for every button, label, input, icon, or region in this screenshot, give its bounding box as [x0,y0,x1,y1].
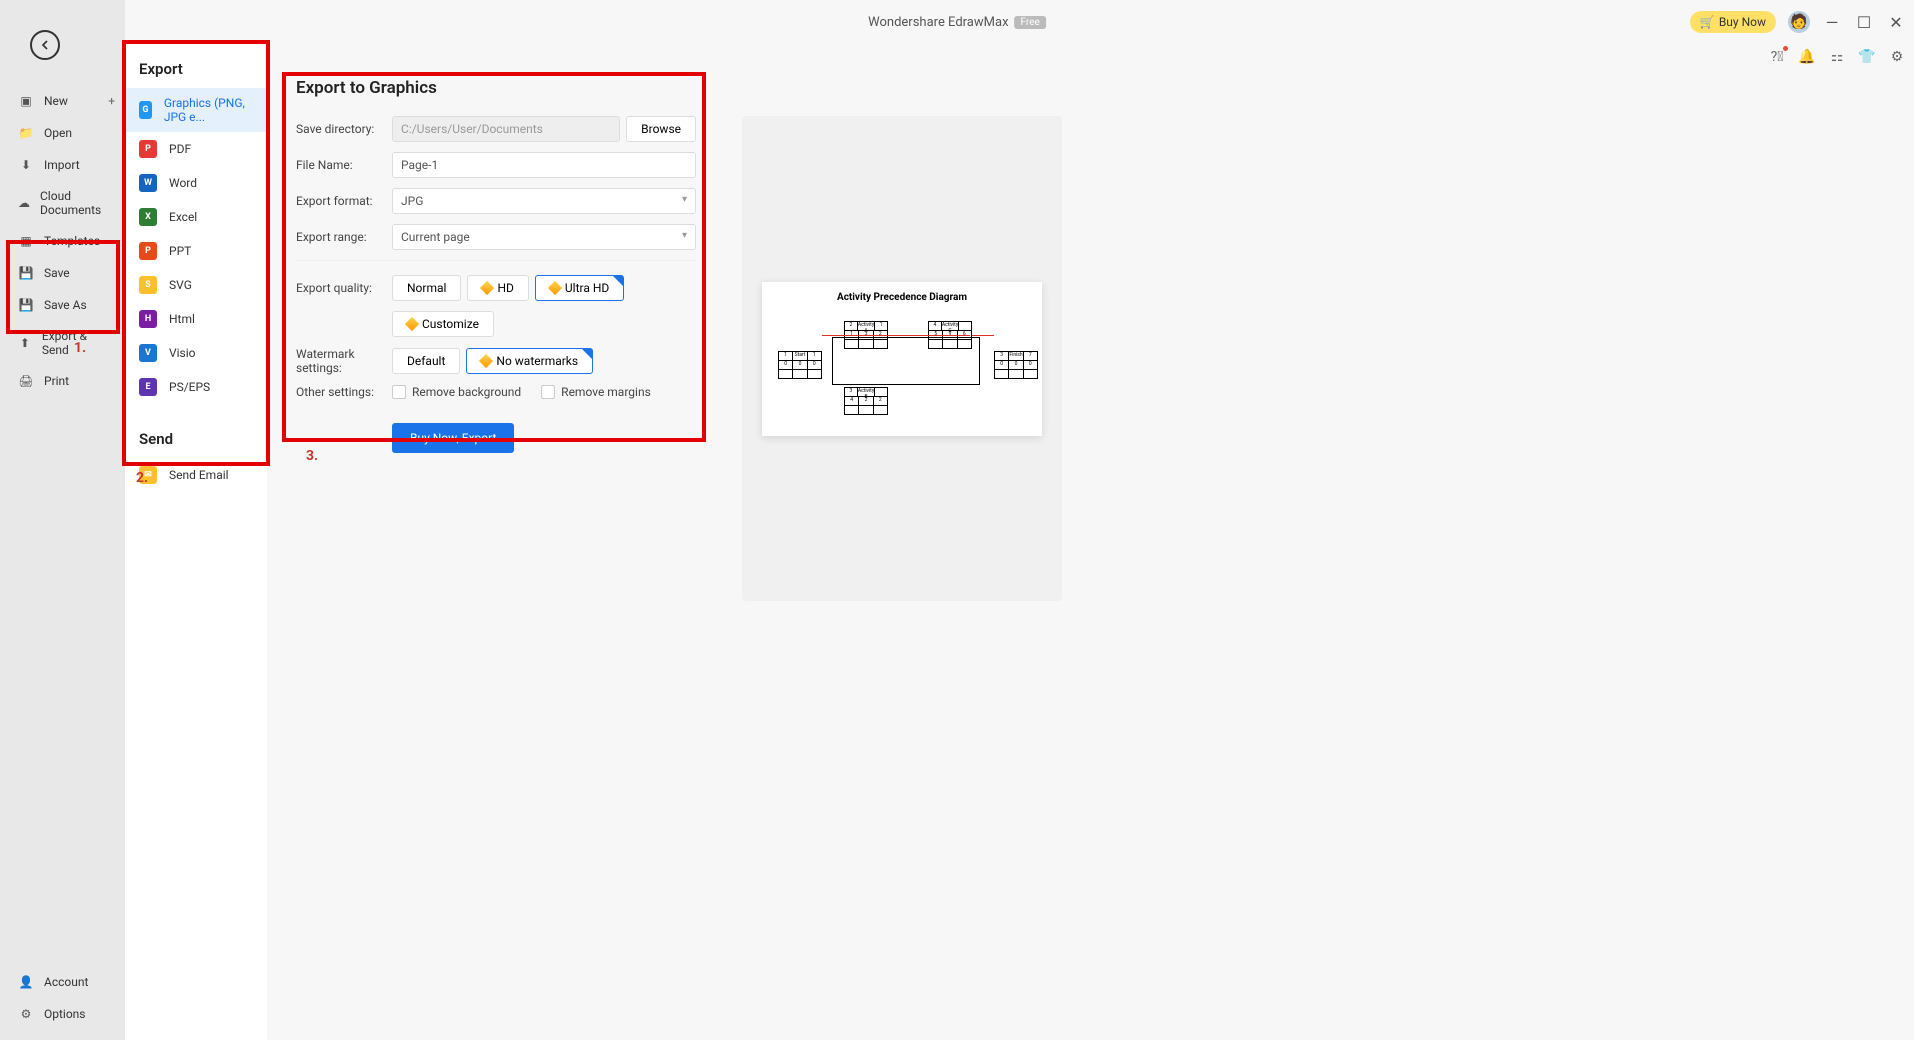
word-icon: W [139,174,157,192]
free-badge: Free [1015,16,1046,29]
secondary-toolbar: ?⃝ 🔔 ⚏ 👕 ⚙ [1768,48,1906,66]
ps-icon: E [139,378,157,396]
export-item-html[interactable]: H Html [125,302,267,336]
pdf-icon: P [139,140,157,158]
diamond-icon [479,354,493,368]
template-icon: ▦ [18,233,34,249]
quality-custom[interactable]: Customize [392,311,494,337]
sidebar-item-open[interactable]: 📁 Open [0,117,125,149]
titlebar: Wondershare EdrawMax Free 🛒 Buy Now 🧑 — … [0,0,1914,44]
shirt-icon[interactable]: 👕 [1858,48,1876,66]
divider [296,260,696,261]
format-select[interactable]: JPG [392,188,696,214]
sidebar-item-new[interactable]: ▣ New + [0,85,125,117]
diamond-icon [405,317,419,331]
excel-icon: X [139,208,157,226]
help-icon[interactable]: ?⃝ [1768,48,1786,66]
export-item-word[interactable]: W Word [125,166,267,200]
plus-box-icon: ▣ [18,93,34,109]
label-other: Other settings: [296,385,392,399]
export-item-ps[interactable]: E PS/EPS [125,370,267,404]
watermark-default[interactable]: Default [392,348,460,374]
file-name-input[interactable]: Page-1 [392,152,696,178]
close-button[interactable]: ✕ [1886,12,1906,32]
cb-remove-margins[interactable]: Remove margins [541,385,651,399]
export-title: Export [125,52,267,88]
cloud-icon: ☁ [18,195,30,211]
svg-icon: S [139,276,157,294]
annotation-1: 1. [74,340,86,356]
preview-pane: Activity Precedence Diagram 1Start1000 2… [742,116,1062,601]
bell-icon[interactable]: 🔔 [1798,48,1816,66]
export-item-svg[interactable]: S SVG [125,268,267,302]
export-item-visio[interactable]: V Visio [125,336,267,370]
gear-icon: ⚙ [18,1006,34,1022]
export-item-graphics[interactable]: G Graphics (PNG, JPG e... [125,88,267,132]
settings-title: Export to Graphics [296,78,696,98]
sidebar-item-export-send[interactable]: ⬆ Export & Send [0,321,125,365]
back-button[interactable] [30,30,60,60]
cart-icon: 🛒 [1700,15,1715,29]
export-item-excel[interactable]: X Excel [125,200,267,234]
annotation-3: 3. [306,448,318,464]
left-sidebar: ▣ New + 📁 Open ⬇ Import ☁ Cloud Document… [0,0,125,1040]
ppt-icon: P [139,242,157,260]
sidebar-item-account[interactable]: 👤 Account [0,966,125,998]
save-dir-input: C:/Users/User/Documents [392,116,620,142]
quality-ultra[interactable]: Ultra HD [535,275,624,301]
sidebar-item-print[interactable]: 🖨 Print [0,365,125,397]
gear-icon[interactable]: ⚙ [1888,48,1906,66]
graphics-icon: G [139,101,152,119]
diagram-title: Activity Precedence Diagram [772,292,1032,303]
sidebar-item-templates[interactable]: ▦ Templates [0,225,125,257]
minimize-button[interactable]: — [1822,12,1842,32]
app-title: Wondershare EdrawMax [868,15,1008,30]
save-icon: 💾 [18,265,34,281]
avatar[interactable]: 🧑 [1788,11,1810,33]
export-button[interactable]: Buy Now, Export [392,423,514,453]
import-icon: ⬇ [18,157,34,173]
arrow-left-icon [37,37,53,53]
diamond-icon [548,281,562,295]
annotation-2: 2. [136,470,148,486]
visio-icon: V [139,344,157,362]
watermark-none[interactable]: No watermarks [466,348,593,374]
export-icon: ⬆ [18,335,32,351]
export-item-pdf[interactable]: P PDF [125,132,267,166]
send-title: Send [125,422,267,458]
label-save-dir: Save directory: [296,122,392,136]
export-panel: Export G Graphics (PNG, JPG e... P PDF W… [125,40,267,1040]
buy-now-button[interactable]: 🛒 Buy Now [1690,11,1776,33]
apps-icon[interactable]: ⚏ [1828,48,1846,66]
sidebar-item-import[interactable]: ⬇ Import [0,149,125,181]
html-icon: H [139,310,157,328]
diamond-icon [480,281,494,295]
label-range: Export range: [296,230,392,244]
label-quality: Export quality: [296,281,392,295]
label-file-name: File Name: [296,158,392,172]
sidebar-item-save-as[interactable]: 💾 Save As [0,289,125,321]
preview-thumbnail: Activity Precedence Diagram 1Start1000 2… [762,282,1042,436]
cb-remove-bg[interactable]: Remove background [392,385,521,399]
quality-normal[interactable]: Normal [392,275,461,301]
label-watermark: Watermark settings: [296,347,392,375]
export-item-ppt[interactable]: P PPT [125,234,267,268]
maximize-button[interactable]: ☐ [1854,12,1874,32]
user-icon: 👤 [18,974,34,990]
save-as-icon: 💾 [18,297,34,313]
sidebar-item-options[interactable]: ⚙ Options [0,998,125,1030]
folder-icon: 📁 [18,125,34,141]
sidebar-item-save[interactable]: 💾 Save [0,257,125,289]
label-format: Export format: [296,194,392,208]
sidebar-item-cloud[interactable]: ☁ Cloud Documents [0,181,125,225]
range-select[interactable]: Current page [392,224,696,250]
browse-button[interactable]: Browse [626,116,696,142]
print-icon: 🖨 [18,373,34,389]
plus-icon: + [108,94,115,108]
export-settings: Export to Graphics Save directory: C:/Us… [296,78,696,453]
quality-hd[interactable]: HD [467,275,528,301]
